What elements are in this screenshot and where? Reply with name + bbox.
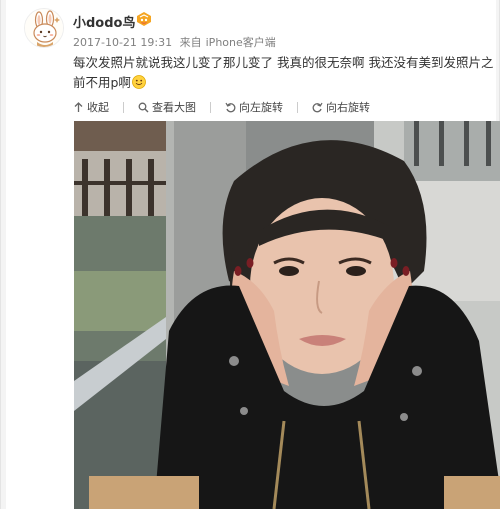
image-toolbar: 收起 查看大图 向左旋转 向右旋转 [73, 99, 370, 115]
post-source[interactable]: iPhone客户端 [206, 36, 276, 49]
user-avatar[interactable] [24, 8, 64, 48]
rotate-left-icon [225, 102, 236, 112]
magnifier-icon [138, 102, 149, 112]
vip-badge-icon[interactable] [135, 11, 153, 27]
selfie-photo-image [74, 121, 500, 509]
arrow-up-icon [74, 101, 83, 112]
source-prefix: 来自 [179, 36, 202, 49]
weibo-feed-frame: 小dodo鸟 2017-10-21 19:31 来自 iPhone客户端 每次发照… [0, 0, 500, 509]
toolbar-divider [123, 101, 124, 113]
view-large-label: 查看大图 [152, 101, 196, 114]
post-timestamp[interactable]: 2017-10-21 19:31 [73, 36, 172, 49]
collapse-label: 收起 [87, 101, 109, 114]
rotate-right-label: 向右旋转 [326, 101, 370, 114]
rotate-right-button[interactable]: 向右旋转 [312, 99, 370, 115]
toolbar-divider [297, 101, 298, 113]
username[interactable]: 小dodo鸟 [73, 12, 135, 31]
post-content: 每次发照片就说我这儿变了那儿变了 我真的很无奈啊 我还没有美到发照片之前不用p啊 [73, 53, 498, 93]
rotate-right-icon [312, 102, 323, 112]
post-photo[interactable] [74, 121, 500, 509]
post-meta: 2017-10-21 19:31 来自 iPhone客户端 [73, 34, 280, 50]
rotate-left-button[interactable]: 向左旋转 [225, 99, 283, 115]
toolbar-divider [210, 101, 211, 113]
rotate-left-label: 向左旋转 [239, 101, 283, 114]
smile-emoji-icon [132, 75, 146, 89]
weibo-post-card: 小dodo鸟 2017-10-21 19:31 来自 iPhone客户端 每次发照… [6, 0, 500, 509]
rabbit-avatar-icon [25, 9, 63, 47]
view-large-button[interactable]: 查看大图 [138, 99, 196, 115]
collapse-button[interactable]: 收起 [73, 99, 109, 115]
